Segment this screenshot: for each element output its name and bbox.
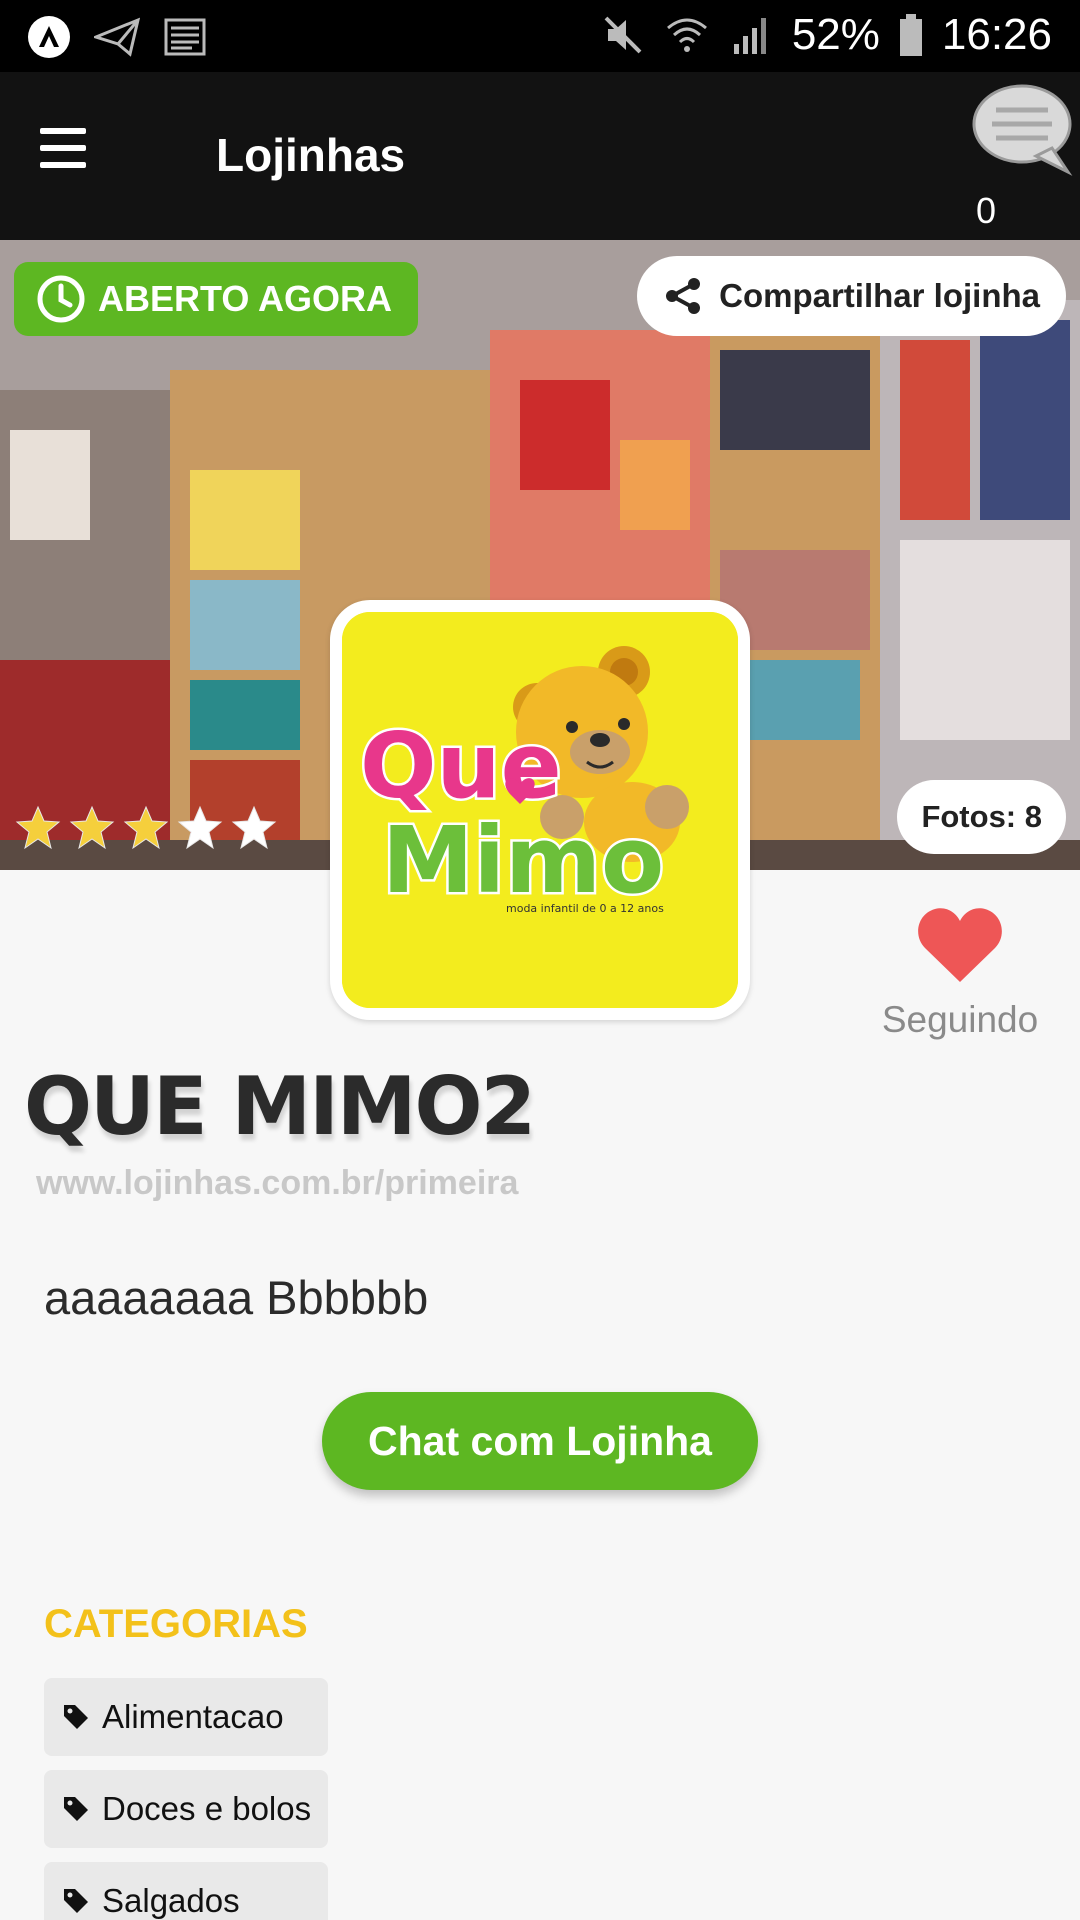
heart-icon (918, 908, 1002, 982)
share-icon (666, 278, 701, 314)
send-icon (94, 17, 140, 57)
star-filled-icon (15, 805, 61, 850)
store-logo: Que Mimo moda infantil de 0 a 12 anos (330, 600, 750, 1020)
chat-with-store-button[interactable]: Chat com Lojinha (322, 1392, 758, 1490)
clock-icon (37, 275, 85, 323)
app-bar: Lojinhas 0 (0, 72, 1080, 240)
category-item[interactable]: Alimentacao (44, 1678, 328, 1756)
share-store-label: Compartilhar lojinha (719, 277, 1040, 314)
star-filled-icon (69, 805, 115, 850)
logo-tagline: moda infantil de 0 a 12 anos (506, 902, 664, 915)
app-icon (28, 16, 70, 58)
open-now-label: ABERTO AGORA (98, 278, 393, 319)
news-icon (164, 18, 206, 56)
category-list: Alimentacao Doces e bolos Salgados (44, 1678, 328, 1920)
tag-icon (64, 1889, 88, 1913)
logo-word-que: Que (360, 714, 562, 819)
signal-icon (733, 18, 766, 54)
hamburger-menu-icon[interactable] (40, 128, 96, 184)
rating-stars (14, 804, 278, 852)
wifi-icon (666, 18, 707, 52)
mute-icon (604, 16, 642, 54)
chat-bubble-icon[interactable] (970, 80, 1076, 180)
categories-title: CATEGORIAS (44, 1602, 308, 1646)
que-mimo-logo: Que Mimo moda infantil de 0 a 12 anos (342, 612, 738, 1008)
chat-count: 0 (975, 190, 996, 231)
tag-icon (64, 1705, 88, 1729)
store-url[interactable]: www.lojinhas.com.br/primeira (36, 1164, 518, 1203)
star-empty-icon (231, 805, 277, 850)
photos-count-button[interactable]: Fotos: 8 (897, 780, 1066, 854)
battery-icon (899, 14, 922, 56)
store-name: QUE MIMO2 (24, 1060, 536, 1153)
category-item[interactable]: Doces e bolos (44, 1770, 328, 1848)
battery-percent: 52% (791, 10, 880, 59)
star-empty-icon (177, 805, 223, 850)
open-now-badge: ABERTO AGORA (14, 262, 419, 336)
category-label: Doces e bolos (102, 1790, 312, 1827)
tag-icon (64, 1797, 88, 1821)
category-label: Alimentacao (102, 1698, 284, 1735)
photos-count-label: Fotos: 8 (921, 799, 1042, 834)
star-filled-icon (123, 805, 169, 850)
store-screen: 52% 16:26 Lojinhas 0 ABERTO AGORA Compar… (0, 0, 1080, 1920)
category-item[interactable]: Salgados (44, 1862, 328, 1920)
follow-button[interactable]: Seguindo (870, 906, 1050, 1041)
follow-label: Seguindo (881, 999, 1039, 1040)
app-title: Lojinhas (216, 129, 406, 181)
store-description: aaaaaaaa Bbbbbb (44, 1271, 429, 1324)
clock: 16:26 (941, 10, 1052, 59)
category-label: Salgados (102, 1882, 240, 1919)
logo-word-mimo: Mimo (382, 807, 664, 914)
share-store-button[interactable]: Compartilhar lojinha (637, 256, 1066, 336)
status-bar: 52% 16:26 (0, 0, 1080, 72)
